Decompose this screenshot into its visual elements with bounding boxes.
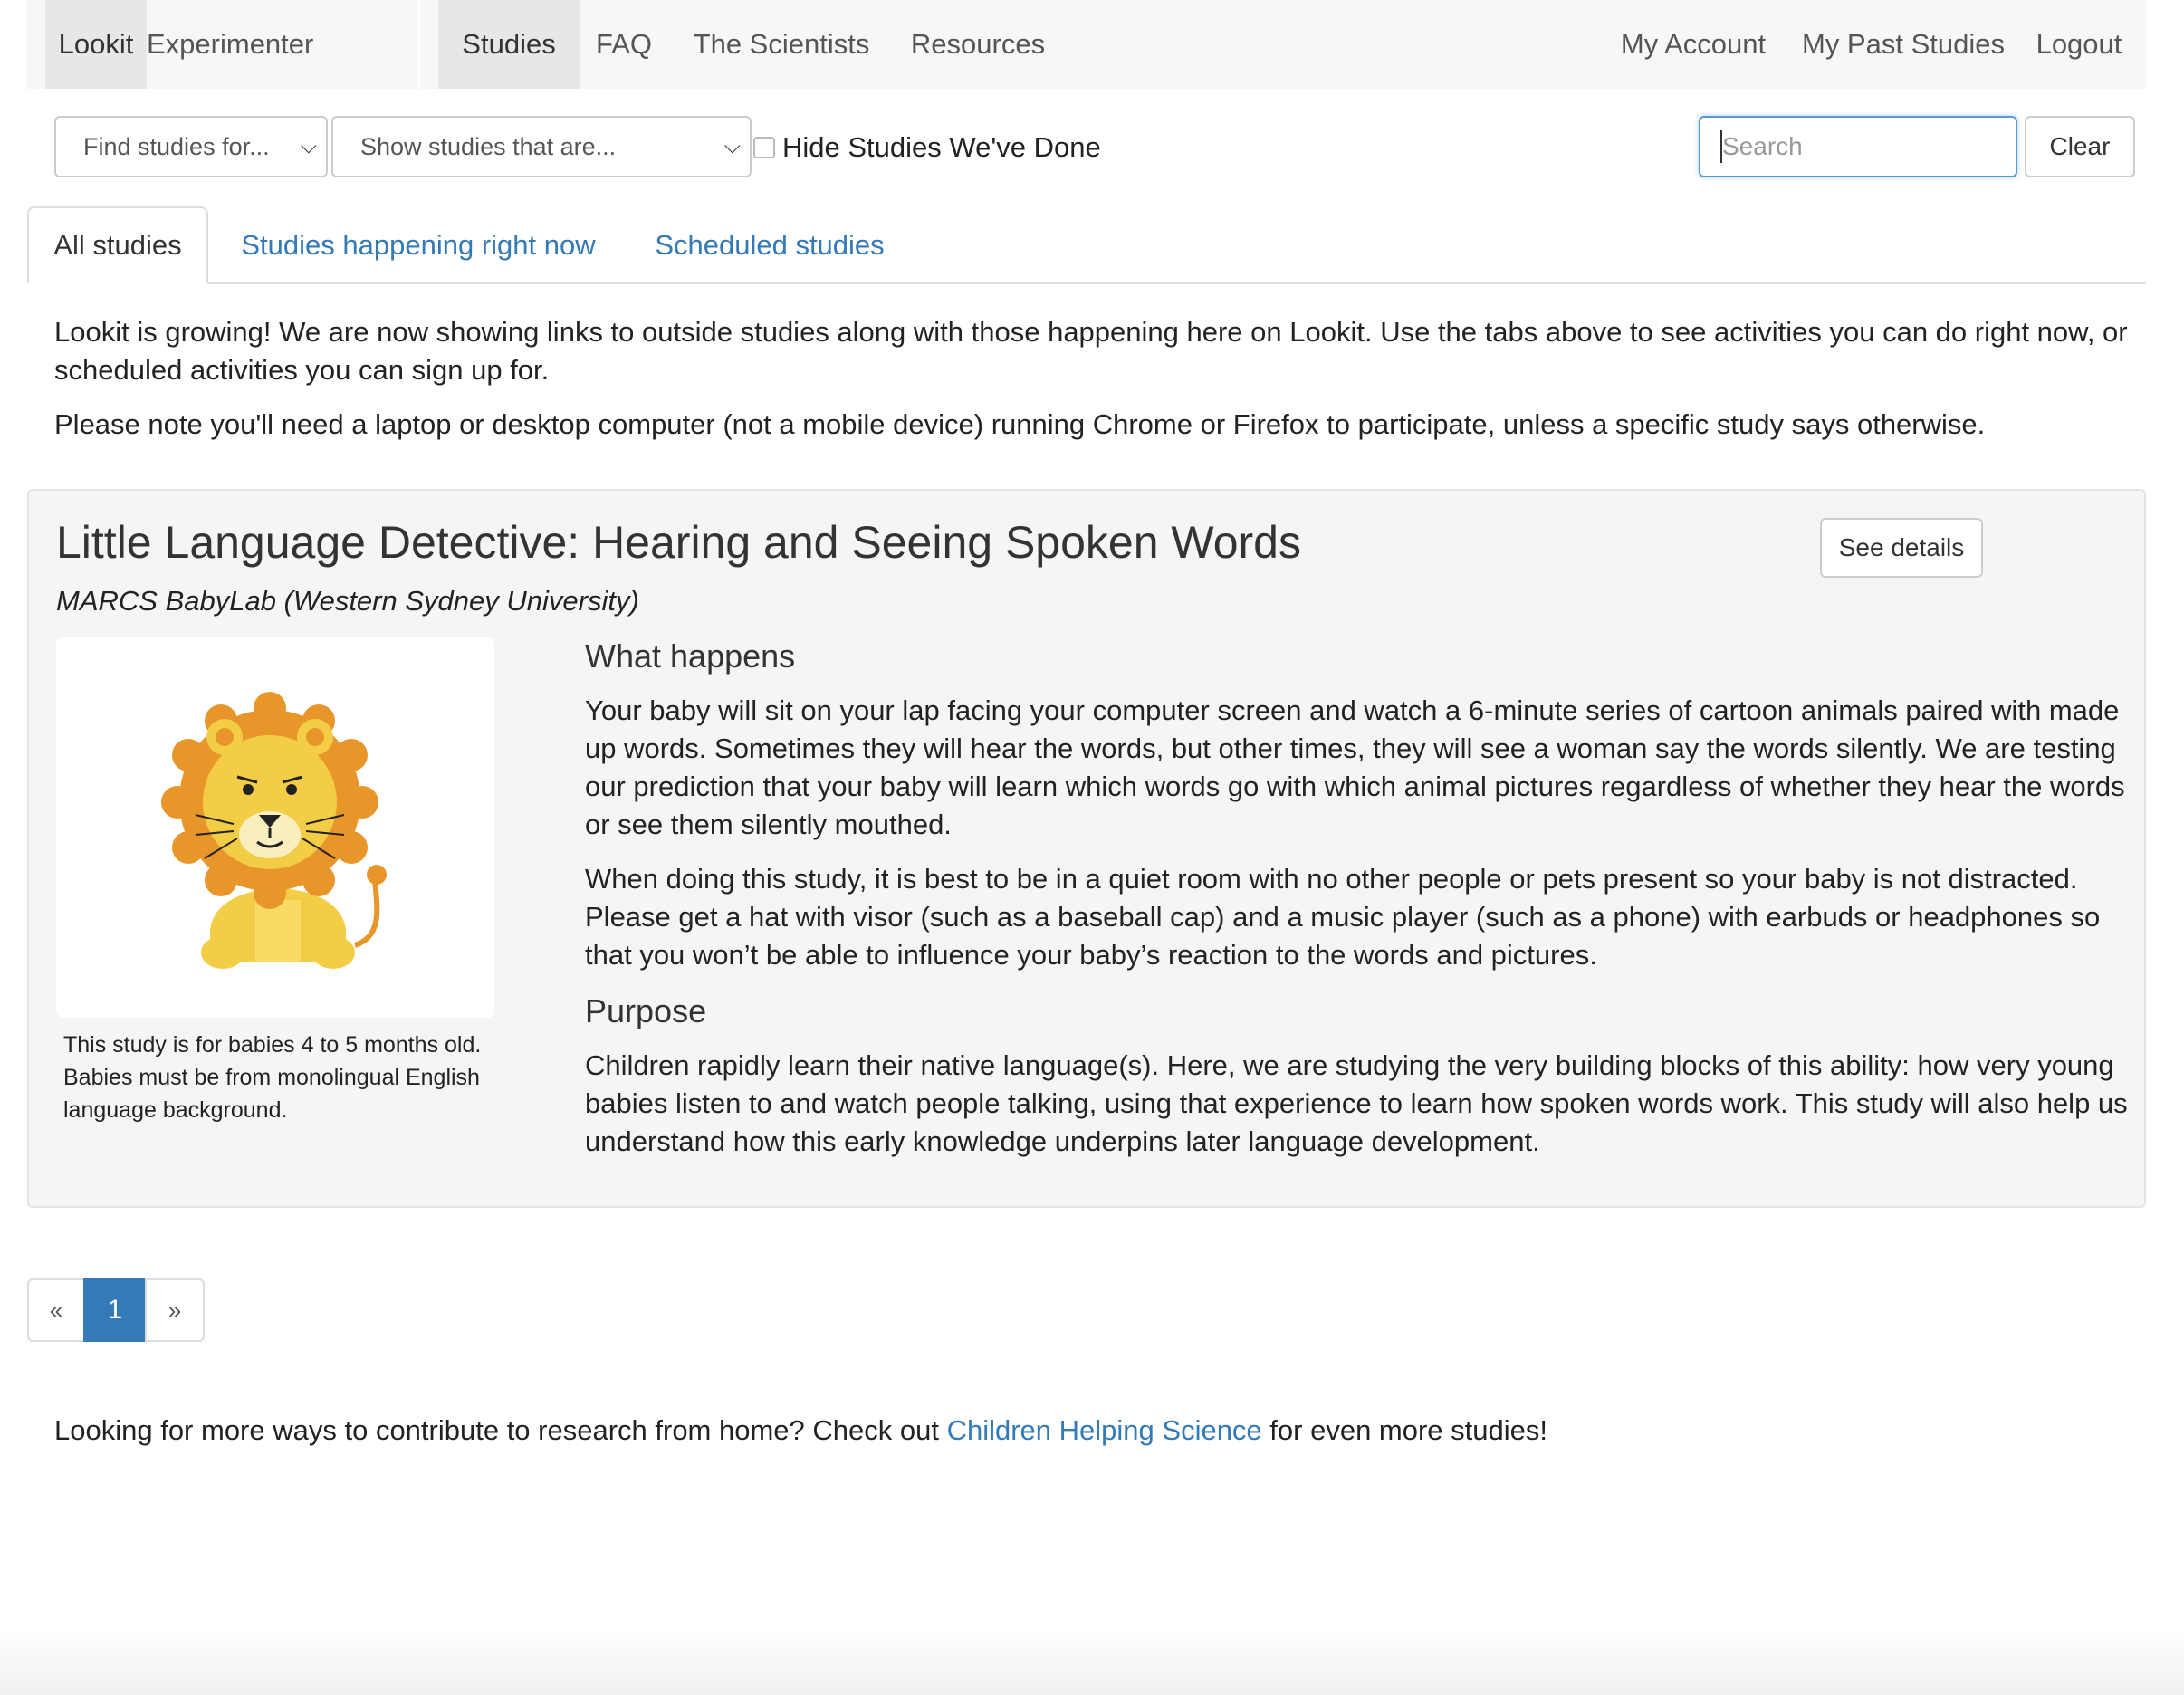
chevron-down-icon: ⌵ <box>723 134 741 158</box>
what-happens-heading: What happens <box>585 637 796 675</box>
nav-lookit[interactable]: Lookit <box>45 0 147 89</box>
nav-my-account[interactable]: My Account <box>1603 0 1784 89</box>
study-eligibility: This study is for babies 4 to 5 months o… <box>63 1032 482 1123</box>
pagination-prev-button[interactable]: « <box>27 1278 85 1342</box>
nav-faq[interactable]: FAQ <box>580 0 668 89</box>
clear-button[interactable]: Clear <box>2025 116 2135 177</box>
what-happens-paragraph-2: When doing this study, it is best to be … <box>585 863 2101 971</box>
tab-all-studies[interactable]: All studies <box>27 206 208 284</box>
purpose-heading: Purpose <box>585 992 707 1029</box>
lion-illustration-icon <box>161 692 387 969</box>
find-studies-select[interactable]: Find studies for... ⌵ <box>54 116 328 177</box>
pagination-next-button[interactable]: » <box>145 1278 205 1342</box>
see-details-button[interactable]: See details <box>1820 518 1983 578</box>
nav-studies[interactable]: Studies <box>438 0 580 89</box>
chevron-down-icon: ⌵ <box>300 134 317 158</box>
footer-more-studies: Looking for more ways to contribute to r… <box>54 1414 1547 1447</box>
study-lab-name: MARCS BabyLab (Western Sydney University… <box>56 585 639 617</box>
search-input[interactable]: Search <box>1699 116 2017 177</box>
hide-done-checkbox[interactable] <box>753 137 775 158</box>
nav-resources[interactable]: Resources <box>895 0 1061 89</box>
what-happens-paragraph-1: Your baby will sit on your lap facing yo… <box>585 694 2125 840</box>
footer-prefix: Looking for more ways to contribute to r… <box>54 1414 947 1446</box>
footer-suffix: for even more studies! <box>1261 1414 1548 1446</box>
search-placeholder: Search <box>1722 132 1803 160</box>
bottom-shade <box>0 1630 2184 1695</box>
intro-device-note: Please note you'll need a laptop or desk… <box>54 408 1986 440</box>
show-studies-select-value: Show studies that are... <box>360 133 617 160</box>
nav-divider <box>418 0 420 89</box>
show-studies-select[interactable]: Show studies that are... ⌵ <box>331 116 752 177</box>
tab-scheduled-studies[interactable]: Scheduled studies <box>636 206 904 284</box>
study-thumbnail[interactable] <box>56 637 494 1018</box>
find-studies-select-value: Find studies for... <box>83 133 270 160</box>
nav-the-scientists[interactable]: The Scientists <box>668 0 895 89</box>
nav-my-past-studies[interactable]: My Past Studies <box>1784 0 2023 89</box>
pagination-page-1[interactable]: 1 <box>83 1278 147 1342</box>
tab-happening-now[interactable]: Studies happening right now <box>237 206 599 284</box>
intro-growing-text: Lookit is growing! We are now showing li… <box>54 316 2128 386</box>
study-card: Little Language Detective: Hearing and S… <box>27 489 2146 1208</box>
purpose-paragraph: Children rapidly learn their native lang… <box>585 1049 2128 1157</box>
text-caret <box>1720 130 1722 163</box>
nav-experimenter[interactable]: Experimenter <box>147 0 313 89</box>
study-title: Little Language Detective: Hearing and S… <box>56 517 1301 568</box>
top-navbar: Lookit Experimenter Studies FAQ The Scie… <box>27 0 2146 89</box>
children-helping-science-link[interactable]: Children Helping Science <box>947 1414 1262 1446</box>
hide-done-label[interactable]: Hide Studies We've Done <box>782 131 1101 164</box>
nav-logout[interactable]: Logout <box>2023 0 2135 89</box>
